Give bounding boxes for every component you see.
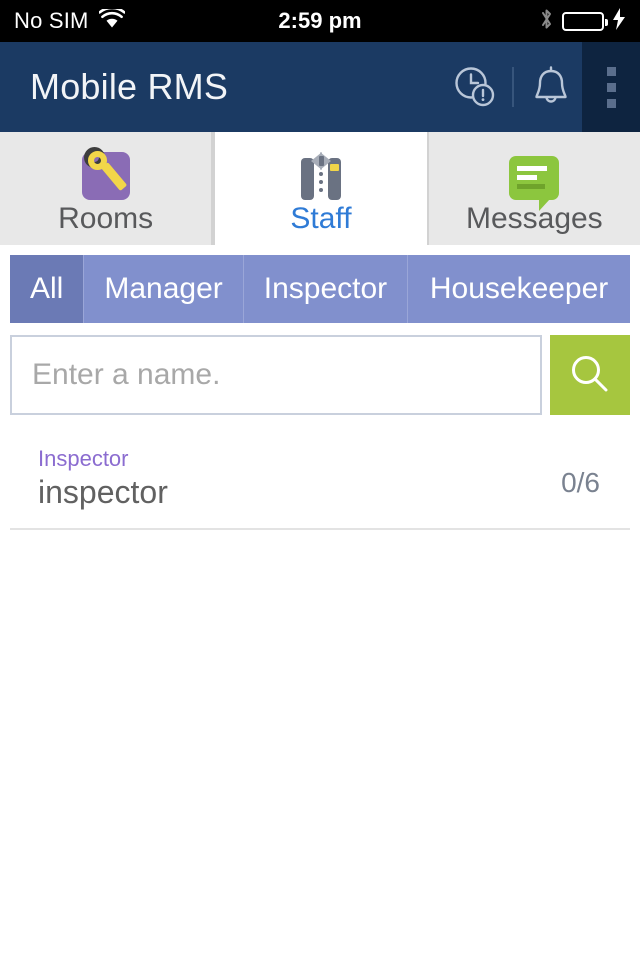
notifications-bell-icon[interactable] bbox=[520, 42, 582, 132]
staff-name-label: inspector bbox=[38, 474, 168, 511]
search-icon bbox=[567, 351, 613, 400]
search-button[interactable] bbox=[550, 335, 630, 415]
filter-tab-manager[interactable]: Manager bbox=[84, 255, 244, 323]
search-row bbox=[10, 335, 630, 415]
tab-rooms[interactable]: Rooms bbox=[0, 132, 214, 245]
filter-tab-housekeeper[interactable]: Housekeeper bbox=[408, 255, 630, 323]
bluetooth-icon bbox=[539, 7, 554, 36]
list-item-text: Inspector inspector bbox=[38, 446, 561, 511]
carrier-label: No SIM bbox=[14, 8, 89, 33]
overflow-dot bbox=[606, 98, 616, 108]
app-header: Mobile RMS bbox=[0, 42, 640, 132]
overflow-dot bbox=[606, 66, 616, 76]
list-item[interactable]: Inspector inspector 0/6 bbox=[10, 437, 630, 531]
role-filter-bar: All Manager Inspector Housekeeper bbox=[10, 255, 630, 323]
overflow-menu-icon[interactable] bbox=[582, 42, 640, 132]
tab-messages-label: Messages bbox=[465, 201, 603, 235]
tab-rooms-label: Rooms bbox=[58, 201, 154, 235]
pending-clock-icon[interactable] bbox=[444, 42, 506, 132]
battery-icon bbox=[562, 11, 608, 31]
tab-messages[interactable]: Messages bbox=[428, 132, 640, 245]
tab-staff[interactable]: Staff bbox=[213, 132, 429, 245]
status-bar: No SIM 2:59 pm bbox=[0, 0, 640, 42]
search-input[interactable] bbox=[32, 358, 520, 392]
main-tab-bar: Rooms Staff Messages bbox=[0, 132, 640, 245]
staff-list: Inspector inspector 0/6 bbox=[0, 437, 640, 531]
filter-tab-all[interactable]: All bbox=[10, 255, 85, 323]
tuxedo-icon bbox=[294, 144, 348, 200]
page-title: Mobile RMS bbox=[30, 66, 229, 107]
key-icon bbox=[81, 144, 130, 200]
tab-staff-label: Staff bbox=[290, 201, 352, 235]
staff-role-label: Inspector bbox=[38, 446, 129, 471]
staff-task-count: 0/6 bbox=[561, 466, 600, 498]
wifi-icon bbox=[97, 6, 126, 33]
status-bar-right bbox=[539, 7, 626, 36]
filter-tab-inspector[interactable]: Inspector bbox=[243, 255, 409, 323]
header-divider bbox=[512, 67, 514, 107]
status-bar-left: No SIM bbox=[14, 6, 126, 34]
message-bubble-icon bbox=[509, 144, 560, 211]
app-header-actions bbox=[444, 42, 640, 132]
lightning-bolt-icon bbox=[612, 7, 626, 35]
search-field-wrapper[interactable] bbox=[10, 335, 542, 415]
overflow-dot bbox=[606, 82, 616, 92]
